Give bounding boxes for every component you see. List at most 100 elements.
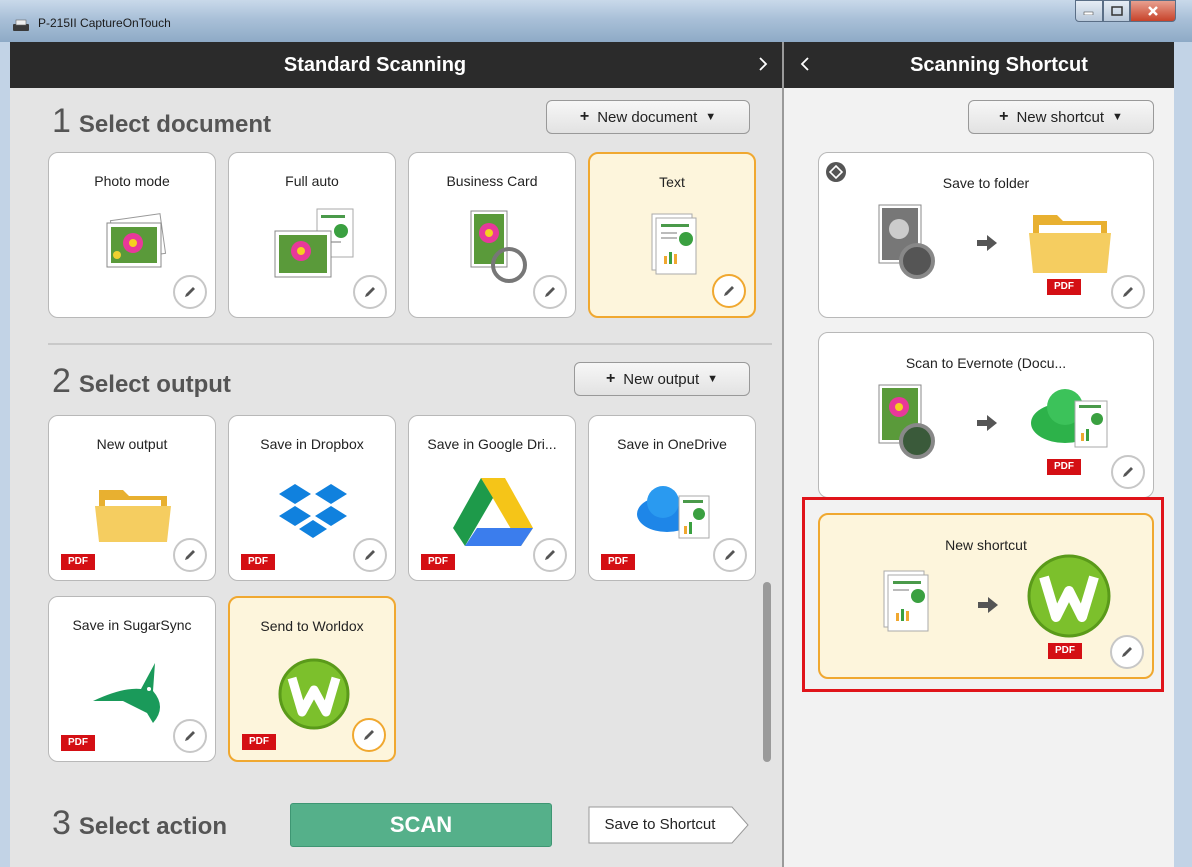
pencil-icon [364, 730, 374, 740]
output-card-google-drive[interactable]: Save in Google Dri... PDF [408, 415, 576, 581]
pencil-icon [185, 550, 195, 560]
card-label: New output [96, 436, 168, 452]
new-shortcut-button[interactable]: + New shortcut ▼ [968, 100, 1154, 134]
card-label: Save to folder [942, 175, 1030, 191]
new-document-label: New document [597, 108, 698, 126]
plus-icon: + [579, 108, 590, 125]
shortcut-card-new-shortcut[interactable]: New shortcut PDF [818, 513, 1154, 679]
dropbox-icon [279, 484, 347, 538]
standard-scanning-header: Standard Scanning [10, 42, 782, 88]
section-title: Select output [78, 371, 231, 398]
output-card-onedrive[interactable]: Save in OneDrive PDF [588, 415, 756, 581]
document-card-full-auto[interactable]: Full auto [228, 152, 396, 318]
pencil-icon [365, 550, 375, 560]
new-shortcut-label: New shortcut [1016, 108, 1104, 126]
pencil-icon [724, 286, 734, 296]
edit-button[interactable] [1111, 455, 1145, 489]
plus-icon: + [999, 108, 1009, 125]
maximize-icon [1110, 6, 1123, 16]
document-card-business-card[interactable]: Business Card [408, 152, 576, 318]
business-card-icon [470, 210, 527, 283]
pencil-icon [1122, 647, 1132, 657]
edit-button[interactable] [352, 718, 386, 752]
sugarsync-hummingbird-icon [93, 663, 160, 723]
edit-button[interactable] [173, 719, 207, 753]
edit-button[interactable] [173, 538, 207, 572]
evernote-cloud-icon [1031, 389, 1108, 448]
card-label: Photo mode [94, 173, 170, 189]
close-icon [1148, 6, 1158, 16]
output-card-worldox[interactable]: Send to Worldox PDF [228, 596, 396, 762]
window-frame-left [0, 42, 10, 867]
collapse-standard-button[interactable] [756, 54, 770, 74]
caret-down-icon: ▼ [707, 373, 719, 385]
pdf-badge: PDF [601, 554, 635, 570]
pencil-icon [365, 287, 375, 297]
minimize-button[interactable] [1075, 0, 1103, 22]
folder-icon [1029, 215, 1111, 273]
worldox-icon [278, 658, 350, 730]
section-divider [48, 343, 772, 345]
edit-button[interactable] [1111, 275, 1145, 309]
card-label: Save in SugarSync [72, 617, 192, 633]
onedrive-icon [637, 486, 710, 539]
output-card-dropbox[interactable]: Save in Dropbox PDF [228, 415, 396, 581]
section-number: 1 [52, 102, 71, 140]
section-number: 2 [52, 362, 71, 400]
pencil-icon [185, 287, 195, 297]
section-select-document: 1 Select document [52, 102, 271, 141]
scanning-shortcut-panel: Scanning Shortcut + New shortcut ▼ Save … [784, 42, 1174, 867]
arrow-right-icon [977, 235, 997, 251]
folder-icon [95, 490, 171, 542]
edit-button[interactable] [1110, 635, 1144, 669]
document-card-text[interactable]: Text [588, 152, 756, 318]
edit-button[interactable] [173, 275, 207, 309]
edit-button[interactable] [712, 274, 746, 308]
output-card-new-output[interactable]: New output PDF [48, 415, 216, 581]
scrollbar-thumb[interactable] [763, 582, 771, 762]
section-title: Select action [78, 813, 227, 840]
scanning-shortcut-header: Scanning Shortcut [784, 42, 1174, 88]
edit-button[interactable] [353, 538, 387, 572]
pdf-badge: PDF [1048, 643, 1082, 659]
card-label: Scan to Evernote (Docu... [905, 355, 1067, 371]
section-title: Select document [78, 111, 271, 138]
close-button[interactable] [1130, 0, 1176, 22]
shortcut-card-evernote[interactable]: Scan to Evernote (Docu... PDF [818, 332, 1154, 498]
full-auto-icon [274, 208, 354, 278]
card-label: Send to Worldox [260, 618, 364, 634]
grayscale-photo-icon [878, 204, 935, 279]
edit-button[interactable] [533, 275, 567, 309]
new-output-label: New output [623, 370, 700, 388]
edit-button[interactable] [533, 538, 567, 572]
pencil-icon [185, 731, 195, 741]
chevron-left-icon [800, 57, 809, 71]
new-output-button[interactable]: + New output ▼ [574, 362, 750, 396]
section-select-action: 3 Select action [52, 804, 227, 843]
window-frame-right [1174, 42, 1192, 867]
edit-button[interactable] [713, 538, 747, 572]
document-card-photo-mode[interactable]: Photo mode [48, 152, 216, 318]
scanner-app-icon [13, 19, 29, 31]
edit-button[interactable] [353, 275, 387, 309]
save-to-shortcut-button[interactable]: Save to Shortcut [588, 806, 750, 844]
plus-icon: + [605, 370, 616, 387]
new-document-button[interactable]: + New document ▼ [546, 100, 750, 134]
app-window: P-215II CaptureOnTouch Standard Scanning… [0, 0, 1192, 867]
pdf-badge: PDF [61, 735, 95, 751]
scan-button[interactable]: SCAN [290, 803, 552, 847]
card-label: Text [659, 174, 685, 190]
title-bar: P-215II CaptureOnTouch [0, 0, 1192, 42]
chevron-right-icon [759, 57, 768, 71]
shortcut-card-save-to-folder[interactable]: Save to folder PDF [818, 152, 1154, 318]
output-card-sugarsync[interactable]: Save in SugarSync PDF [48, 596, 216, 762]
pdf-badge: PDF [61, 554, 95, 570]
minimize-icon [1083, 11, 1094, 15]
pdf-badge: PDF [1047, 459, 1081, 475]
output-scrollbar[interactable] [762, 402, 772, 767]
pdf-badge: PDF [242, 734, 276, 750]
card-label: Save in Dropbox [260, 436, 364, 452]
expand-standard-button[interactable] [798, 54, 812, 74]
maximize-button[interactable] [1103, 0, 1130, 22]
card-label: Save in Google Dri... [427, 436, 557, 452]
